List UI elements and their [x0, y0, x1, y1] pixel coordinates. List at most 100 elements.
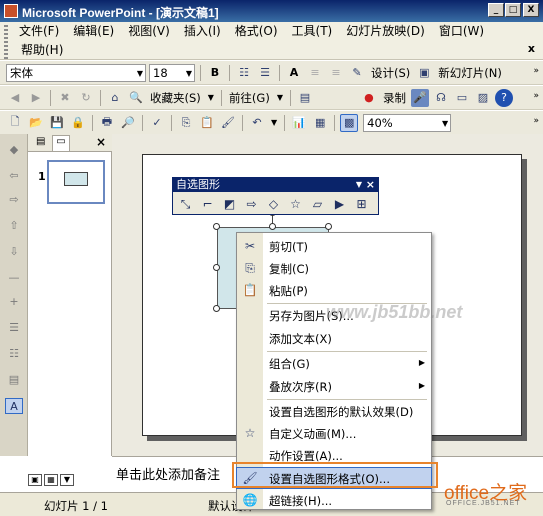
monitor-icon[interactable]: ▭ — [453, 89, 471, 107]
document-close-button[interactable]: x — [528, 42, 535, 55]
permission-icon[interactable]: 🔒 — [69, 114, 87, 132]
menu-item-paste[interactable]: 📋 粘贴(P) — [237, 280, 431, 300]
refresh-icon[interactable]: ↻ — [77, 89, 95, 107]
menu-slideshow[interactable]: 幻灯片放映(D) — [339, 22, 432, 41]
new-slide-button[interactable]: 新幻灯片(N) — [436, 65, 504, 81]
menu-grip[interactable] — [4, 25, 8, 59]
menu-window[interactable]: 窗口(W) — [432, 22, 491, 41]
numbering-icon[interactable]: ☷ — [235, 64, 253, 82]
autoshape-toolbar-titlebar[interactable]: 自选图形 ▼ × — [173, 178, 378, 192]
stars-banners-icon[interactable]: ☆ — [286, 195, 305, 213]
headset-icon[interactable]: ☊ — [432, 89, 450, 107]
menu-item-cut[interactable]: ✂ 剪切(T) — [237, 236, 431, 256]
insert-table-icon[interactable]: ▦ — [311, 114, 329, 132]
spelling-icon[interactable]: ✓ — [148, 114, 166, 132]
goto-button[interactable]: 前往(G) — [227, 90, 272, 106]
menu-help[interactable]: 帮助(H) — [14, 41, 70, 60]
favorites-button[interactable]: 收藏夹(S) — [148, 90, 203, 106]
expand-icon[interactable]: + — [5, 294, 23, 310]
toolbar-options-icon[interactable]: » — [533, 66, 539, 76]
record-button[interactable]: 录制 — [381, 90, 408, 106]
resize-handle[interactable] — [269, 223, 276, 230]
home-icon[interactable]: ⌂ — [106, 89, 124, 107]
open-folder-icon[interactable]: 📂 — [27, 114, 45, 132]
format-painter-icon[interactable]: 🖌 — [219, 114, 237, 132]
menu-item-add-text[interactable]: 添加文本(X) — [237, 328, 431, 348]
menu-item-custom-animation[interactable]: ☆ 自定义动画(M)... — [237, 423, 431, 443]
show-formatting-icon[interactable]: A — [5, 398, 23, 414]
more-autoshapes-icon[interactable]: ⊞ — [352, 195, 371, 213]
paste-icon[interactable]: 📋 — [198, 114, 216, 132]
promote-icon[interactable]: ◆ — [5, 142, 23, 158]
show-web-toolbar-icon[interactable]: ▤ — [296, 89, 314, 107]
slideshow-icon[interactable]: ▼ — [60, 474, 74, 486]
chevron-down-icon[interactable]: ▼ — [269, 118, 279, 127]
menu-file[interactable]: 文件(F) — [12, 22, 66, 41]
slide-thumbnail[interactable] — [47, 160, 105, 204]
forward-icon[interactable]: ▶ — [27, 89, 45, 107]
print-preview-icon[interactable]: 🔎 — [119, 114, 137, 132]
zoom-combo[interactable]: 40% ▼ — [363, 113, 452, 132]
increase-indent-icon[interactable]: ≡ — [327, 64, 345, 82]
undo-icon[interactable]: ↶ — [248, 114, 266, 132]
flowchart-icon[interactable]: ◇ — [264, 195, 283, 213]
collapse-icon[interactable]: — — [5, 270, 23, 286]
font-size-combo[interactable]: 18 ▼ — [149, 63, 195, 82]
slide-sorter-icon[interactable]: ▦ — [44, 474, 58, 486]
menu-edit[interactable]: 编辑(E) — [66, 22, 121, 41]
back-icon[interactable]: ◀ — [6, 89, 24, 107]
move-down-icon[interactable]: ⇩ — [5, 244, 23, 260]
menu-item-copy[interactable]: ⎘ 复制(C) — [237, 258, 431, 278]
arrow-left-icon[interactable]: ⇦ — [5, 168, 23, 184]
normal-view-icon[interactable]: ▣ — [28, 474, 42, 486]
help-icon[interactable]: ? — [494, 88, 513, 107]
arrow-right-icon[interactable]: ⇨ — [5, 192, 23, 208]
menu-item-set-default[interactable]: 设置自选图形的默认效果(D) — [237, 401, 431, 421]
pane-close-button[interactable]: × — [96, 135, 106, 149]
save-icon[interactable]: 💾 — [48, 114, 66, 132]
grid-icon[interactable]: ▩ — [340, 113, 359, 132]
menu-format[interactable]: 格式(O) — [228, 22, 285, 41]
menu-view[interactable]: 视图(V) — [121, 22, 177, 41]
search-icon[interactable]: 🔍 — [127, 89, 145, 107]
expand-all-icon[interactable]: ☷ — [5, 346, 23, 362]
close-icon[interactable]: × — [366, 178, 375, 192]
minimize-button[interactable]: _ — [488, 3, 504, 17]
new-document-icon[interactable]: 🗋 — [6, 114, 24, 132]
toolbar-options-icon[interactable]: » — [533, 91, 539, 101]
resize-handle[interactable] — [213, 223, 220, 230]
insert-chart-icon[interactable]: 📊 — [290, 114, 308, 132]
resize-handle[interactable] — [213, 264, 220, 271]
resize-handle[interactable] — [325, 223, 332, 230]
close-button[interactable]: X — [523, 3, 539, 17]
copy-icon[interactable]: ⎘ — [177, 114, 195, 132]
callouts-icon[interactable]: ▱ — [308, 195, 327, 213]
slides-tab[interactable]: ▭ — [52, 135, 70, 151]
decrease-indent-icon[interactable]: ≡ — [306, 64, 324, 82]
action-buttons-icon[interactable]: ▶ — [330, 195, 349, 213]
print-icon[interactable]: 🖶 — [98, 114, 116, 132]
connectors-icon[interactable]: ⌐ — [198, 195, 217, 213]
toolbar-options-icon[interactable]: » — [533, 116, 539, 126]
collapse-all-icon[interactable]: ☰ — [5, 320, 23, 336]
menu-item-order[interactable]: 叠放次序(R) ▶ — [237, 376, 431, 396]
microphone-icon[interactable]: 🎤 — [410, 88, 429, 107]
grow-font-button[interactable]: A — [285, 64, 303, 82]
summary-slide-icon[interactable]: ▤ — [5, 372, 23, 388]
move-up-icon[interactable]: ⇧ — [5, 218, 23, 234]
menu-item-group[interactable]: 组合(G) ▶ — [237, 353, 431, 373]
stop-icon[interactable]: ✖ — [56, 89, 74, 107]
chevron-down-icon[interactable]: ▼ — [356, 178, 362, 192]
outline-tab[interactable]: ▤ — [36, 136, 45, 147]
font-combo[interactable]: 宋体 ▼ — [6, 63, 146, 82]
restore-button[interactable]: □ — [505, 3, 521, 17]
bullets-icon[interactable]: ☰ — [256, 64, 274, 82]
menu-tools[interactable]: 工具(T) — [285, 22, 340, 41]
basic-shapes-icon[interactable]: ◩ — [220, 195, 239, 213]
lines-icon[interactable]: ⤡ — [176, 195, 195, 213]
design-button[interactable]: 设计(S) — [369, 65, 412, 81]
menu-item-hyperlink[interactable]: 🌐 超链接(H)... — [237, 490, 431, 510]
resize-handle[interactable] — [213, 305, 220, 312]
bold-button[interactable]: B — [206, 64, 224, 82]
image-icon[interactable]: ▨ — [474, 89, 492, 107]
